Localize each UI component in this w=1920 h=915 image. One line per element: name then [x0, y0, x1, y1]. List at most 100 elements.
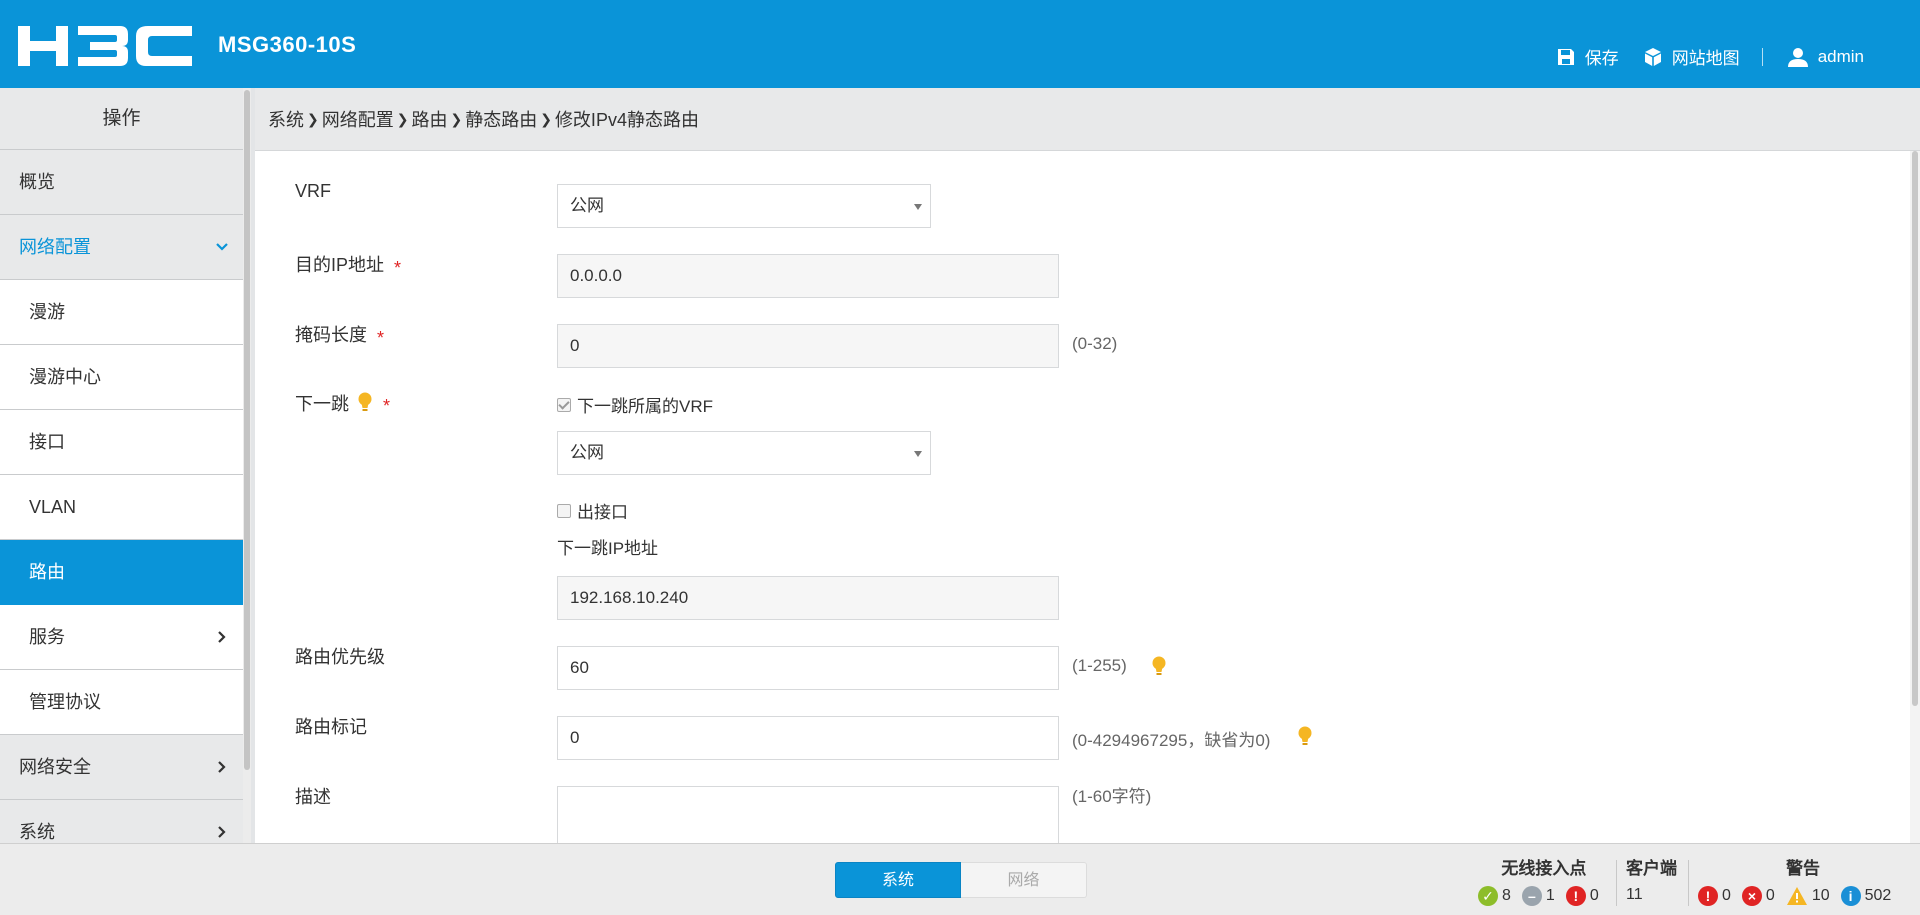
sidebar-item-label: 接口 [29, 432, 65, 452]
save-button[interactable]: 保存 [1556, 44, 1619, 69]
static-route-form: VRF 公网 目的IP地址 * 0.0.0.0 掩码长度 * 0 (0-32) 下一… [255, 151, 1910, 843]
mask-length-label-text: 掩码长度 [295, 325, 367, 345]
sidebar-item-label: 系统 [19, 822, 55, 842]
ap-offline-count: 1 [1545, 887, 1555, 904]
checkbox-unchecked[interactable] [557, 503, 571, 518]
sidebar-item-overview[interactable]: 概览 [0, 150, 243, 215]
sidebar-item-network-config[interactable]: 网络配置 [0, 215, 243, 280]
sidebar-item-network-security[interactable]: 网络安全 [0, 735, 243, 800]
footer-tabs: 系统 网络 [835, 862, 1087, 898]
alarm-stats-title: 警告 [1786, 859, 1820, 878]
x-circle-icon: × [1741, 886, 1762, 906]
dest-ip-label-text: 目的IP地址 [295, 255, 385, 275]
breadcrumb-item[interactable]: 路由 [411, 106, 447, 132]
out-interface-checkbox[interactable]: 出接口 [557, 498, 628, 523]
next-hop-label-text: 下一跳 [295, 394, 349, 414]
ap-fault-count: 0 [1589, 887, 1599, 904]
out-interface-checkbox-label: 出接口 [577, 503, 628, 522]
sidebar-item-label: 服务 [29, 627, 65, 647]
breadcrumb-item[interactable]: 系统 [268, 106, 304, 132]
sidebar-item-roaming[interactable]: 漫游 [0, 280, 243, 345]
required-marker: * [377, 328, 385, 348]
dest-ip-field[interactable]: 0.0.0.0 [557, 254, 1059, 298]
dest-ip-label: 目的IP地址 * [295, 251, 402, 278]
breadcrumb-current: 修改IPv4静态路由 [554, 110, 699, 130]
ap-stats-title: 无线接入点 [1501, 859, 1587, 878]
minus-circle-icon: – [1521, 886, 1542, 906]
chevron-right-icon: ❯ [307, 110, 319, 127]
sidebar-item-roaming-center[interactable]: 漫游中心 [0, 345, 243, 410]
sidebar-title: 操作 [0, 88, 243, 150]
alarm-minor-count: 10 [1811, 887, 1830, 904]
chevron-right-icon: ❯ [396, 110, 409, 127]
next-hop-vrf-checkbox[interactable]: 下一跳所属的VRF [557, 392, 713, 417]
ap-stats[interactable]: 无线接入点 ✓ 8 –1 ! 0 [1478, 854, 1610, 906]
alarm-stats[interactable]: 警告 ! 0 × 0 10 i 502 [1698, 854, 1908, 906]
chevron-right-icon: ❯ [450, 110, 463, 127]
top-header: MSG360-10S 保存 网站地图 admin [0, 0, 1920, 88]
client-stats[interactable]: 客户端 11 [1626, 854, 1677, 904]
footer-divider [1616, 860, 1617, 906]
exclamation-circle-icon: ! [1698, 886, 1718, 906]
lightbulb-icon[interactable] [1297, 726, 1313, 748]
sidebar-item-label: 路由 [29, 562, 65, 582]
priority-field[interactable]: 60 [557, 646, 1059, 690]
required-marker: * [394, 258, 402, 278]
device-model: MSG360-10S [218, 32, 357, 57]
tab-system[interactable]: 系统 [835, 862, 961, 898]
breadcrumb-item[interactable]: 静态路由 [465, 106, 537, 132]
mask-length-hint: (0-32) [1072, 334, 1118, 353]
alarm-info-count: 502 [1864, 887, 1892, 904]
next-hop-label: 下一跳 * [295, 390, 390, 416]
breadcrumb-item[interactable]: 网络配置 [322, 106, 394, 132]
sidebar-scroll-thumb[interactable] [244, 90, 250, 770]
sidebar-item-routing[interactable]: 路由 [0, 540, 243, 605]
sidebar-item-mgmt-protocol[interactable]: 管理协议 [0, 670, 243, 735]
mask-length-field[interactable]: 0 [557, 324, 1059, 368]
header-divider [1761, 47, 1763, 66]
user-icon [1787, 47, 1808, 67]
required-marker: * [383, 395, 391, 416]
vrf-select[interactable]: 公网 [557, 184, 931, 228]
sidebar-item-label: 网络配置 [19, 237, 91, 257]
info-circle-icon: i [1840, 886, 1861, 906]
content-scrollbar[interactable] [1910, 151, 1920, 843]
sidebar-item-services[interactable]: 服务 [0, 605, 243, 670]
sidebar-item-vlan[interactable]: VLAN [0, 475, 243, 540]
lightbulb-icon[interactable] [1151, 656, 1167, 678]
route-tag-field[interactable]: 0 [557, 716, 1059, 760]
tab-network[interactable]: 网络 [961, 862, 1087, 898]
client-stats-title: 客户端 [1626, 859, 1677, 878]
description-label: 描述 [295, 787, 331, 807]
next-hop-vrf-select-value: 公网 [570, 443, 604, 462]
save-label: 保存 [1584, 49, 1619, 68]
chevron-down-icon [216, 243, 228, 251]
description-textarea[interactable] [557, 786, 1059, 843]
sidebar-item-label: 管理协议 [29, 692, 101, 712]
user-menu[interactable]: admin [1787, 46, 1864, 68]
sidebar-scrollbar[interactable] [243, 88, 251, 843]
breadcrumb: 系统 ❯ 网络配置 ❯ 路由 ❯ 静态路由 ❯ 修改IPv4静态路由 [255, 88, 1920, 151]
sitemap-label: 网站地图 [1671, 49, 1740, 68]
content-scroll-thumb[interactable] [1912, 151, 1918, 706]
next-hop-vrf-select[interactable]: 公网 [557, 431, 931, 475]
checkbox-checked[interactable] [557, 397, 571, 412]
lightbulb-icon[interactable] [357, 392, 373, 414]
status-footer: 系统 网络 无线接入点 ✓ 8 –1 ! 0 客户端 11 警告 ! 0 × 0 10 … [0, 843, 1920, 915]
next-hop-ip-field[interactable]: 192.168.10.240 [557, 576, 1059, 620]
dropdown-caret-icon [914, 204, 922, 210]
ap-online-count: 8 [1502, 887, 1511, 904]
route-tag-hint: (0-4294967295，缺省为0) [1072, 731, 1271, 750]
sidebar-item-label: 漫游中心 [29, 367, 101, 387]
sidebar-item-interface[interactable]: 接口 [0, 410, 243, 475]
h3c-logo [18, 26, 192, 66]
priority-hint: (1-255) [1072, 656, 1127, 675]
save-icon [1557, 48, 1574, 65]
chevron-right-icon [218, 826, 226, 838]
next-hop-ip-label: 下一跳IP地址 [557, 539, 659, 558]
sidebar-item-label: 概览 [19, 172, 55, 192]
sidebar-item-label: VLAN [29, 497, 77, 517]
sitemap-button[interactable]: 网站地图 [1643, 44, 1740, 69]
footer-divider [1688, 860, 1689, 906]
client-count: 11 [1626, 886, 1643, 903]
